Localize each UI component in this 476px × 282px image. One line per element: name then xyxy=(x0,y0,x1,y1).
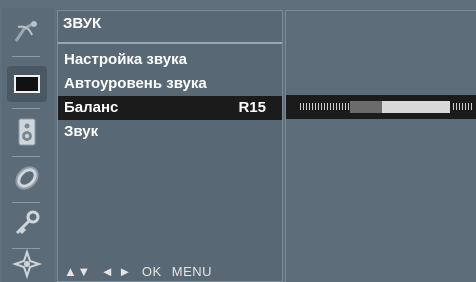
menu-item-sound-setup[interactable]: Настройка звука xyxy=(58,48,282,72)
up-down-arrows-icon: ▲▼ xyxy=(64,264,91,279)
menu-item-label: Баланс xyxy=(64,99,119,116)
menu-item-label: Настройка звука xyxy=(64,51,187,68)
left-right-arrows-icon: ◄ ► xyxy=(100,264,132,279)
key-icon[interactable] xyxy=(7,206,47,242)
balance-value: R15 xyxy=(238,99,266,116)
adjustment-panel xyxy=(285,10,476,282)
balance-left-segment xyxy=(350,101,382,113)
clock-icon[interactable] xyxy=(7,160,47,196)
title-divider xyxy=(58,42,282,44)
menu-title: ЗВУК xyxy=(63,15,102,32)
menu-item-sound[interactable]: Звук xyxy=(58,120,282,144)
sound-menu-panel: ЗВУК Настройка звука Автоуровень звука Б… xyxy=(57,10,283,282)
menu-item-auto-volume[interactable]: Автоуровень звука xyxy=(58,72,282,96)
screen-icon[interactable] xyxy=(7,66,47,102)
separator xyxy=(12,108,40,109)
menu-item-balance[interactable]: Баланс R15 xyxy=(58,96,282,120)
balance-slider-handle[interactable] xyxy=(382,101,450,113)
ok-hint: OK xyxy=(141,264,162,279)
navigation-hint: ▲▼ ◄ ► OK MENU xyxy=(64,264,218,279)
speaker-icon[interactable] xyxy=(7,114,47,150)
balance-slider-row[interactable] xyxy=(286,95,476,119)
menu-hint: MENU xyxy=(171,264,213,279)
separator xyxy=(12,156,40,157)
balance-scale-right xyxy=(453,103,473,110)
menu-item-label: Звук xyxy=(64,123,99,140)
separator xyxy=(12,202,40,203)
category-icon-column xyxy=(2,8,54,282)
osd-screen: ЗВУК Настройка звука Автоуровень звука Б… xyxy=(0,0,476,282)
menu-item-label: Автоуровень звука xyxy=(64,75,207,92)
satellite-dish-icon[interactable] xyxy=(7,14,47,50)
separator xyxy=(12,56,40,57)
balance-scale-left xyxy=(300,103,350,110)
settings-icon[interactable] xyxy=(7,246,47,282)
